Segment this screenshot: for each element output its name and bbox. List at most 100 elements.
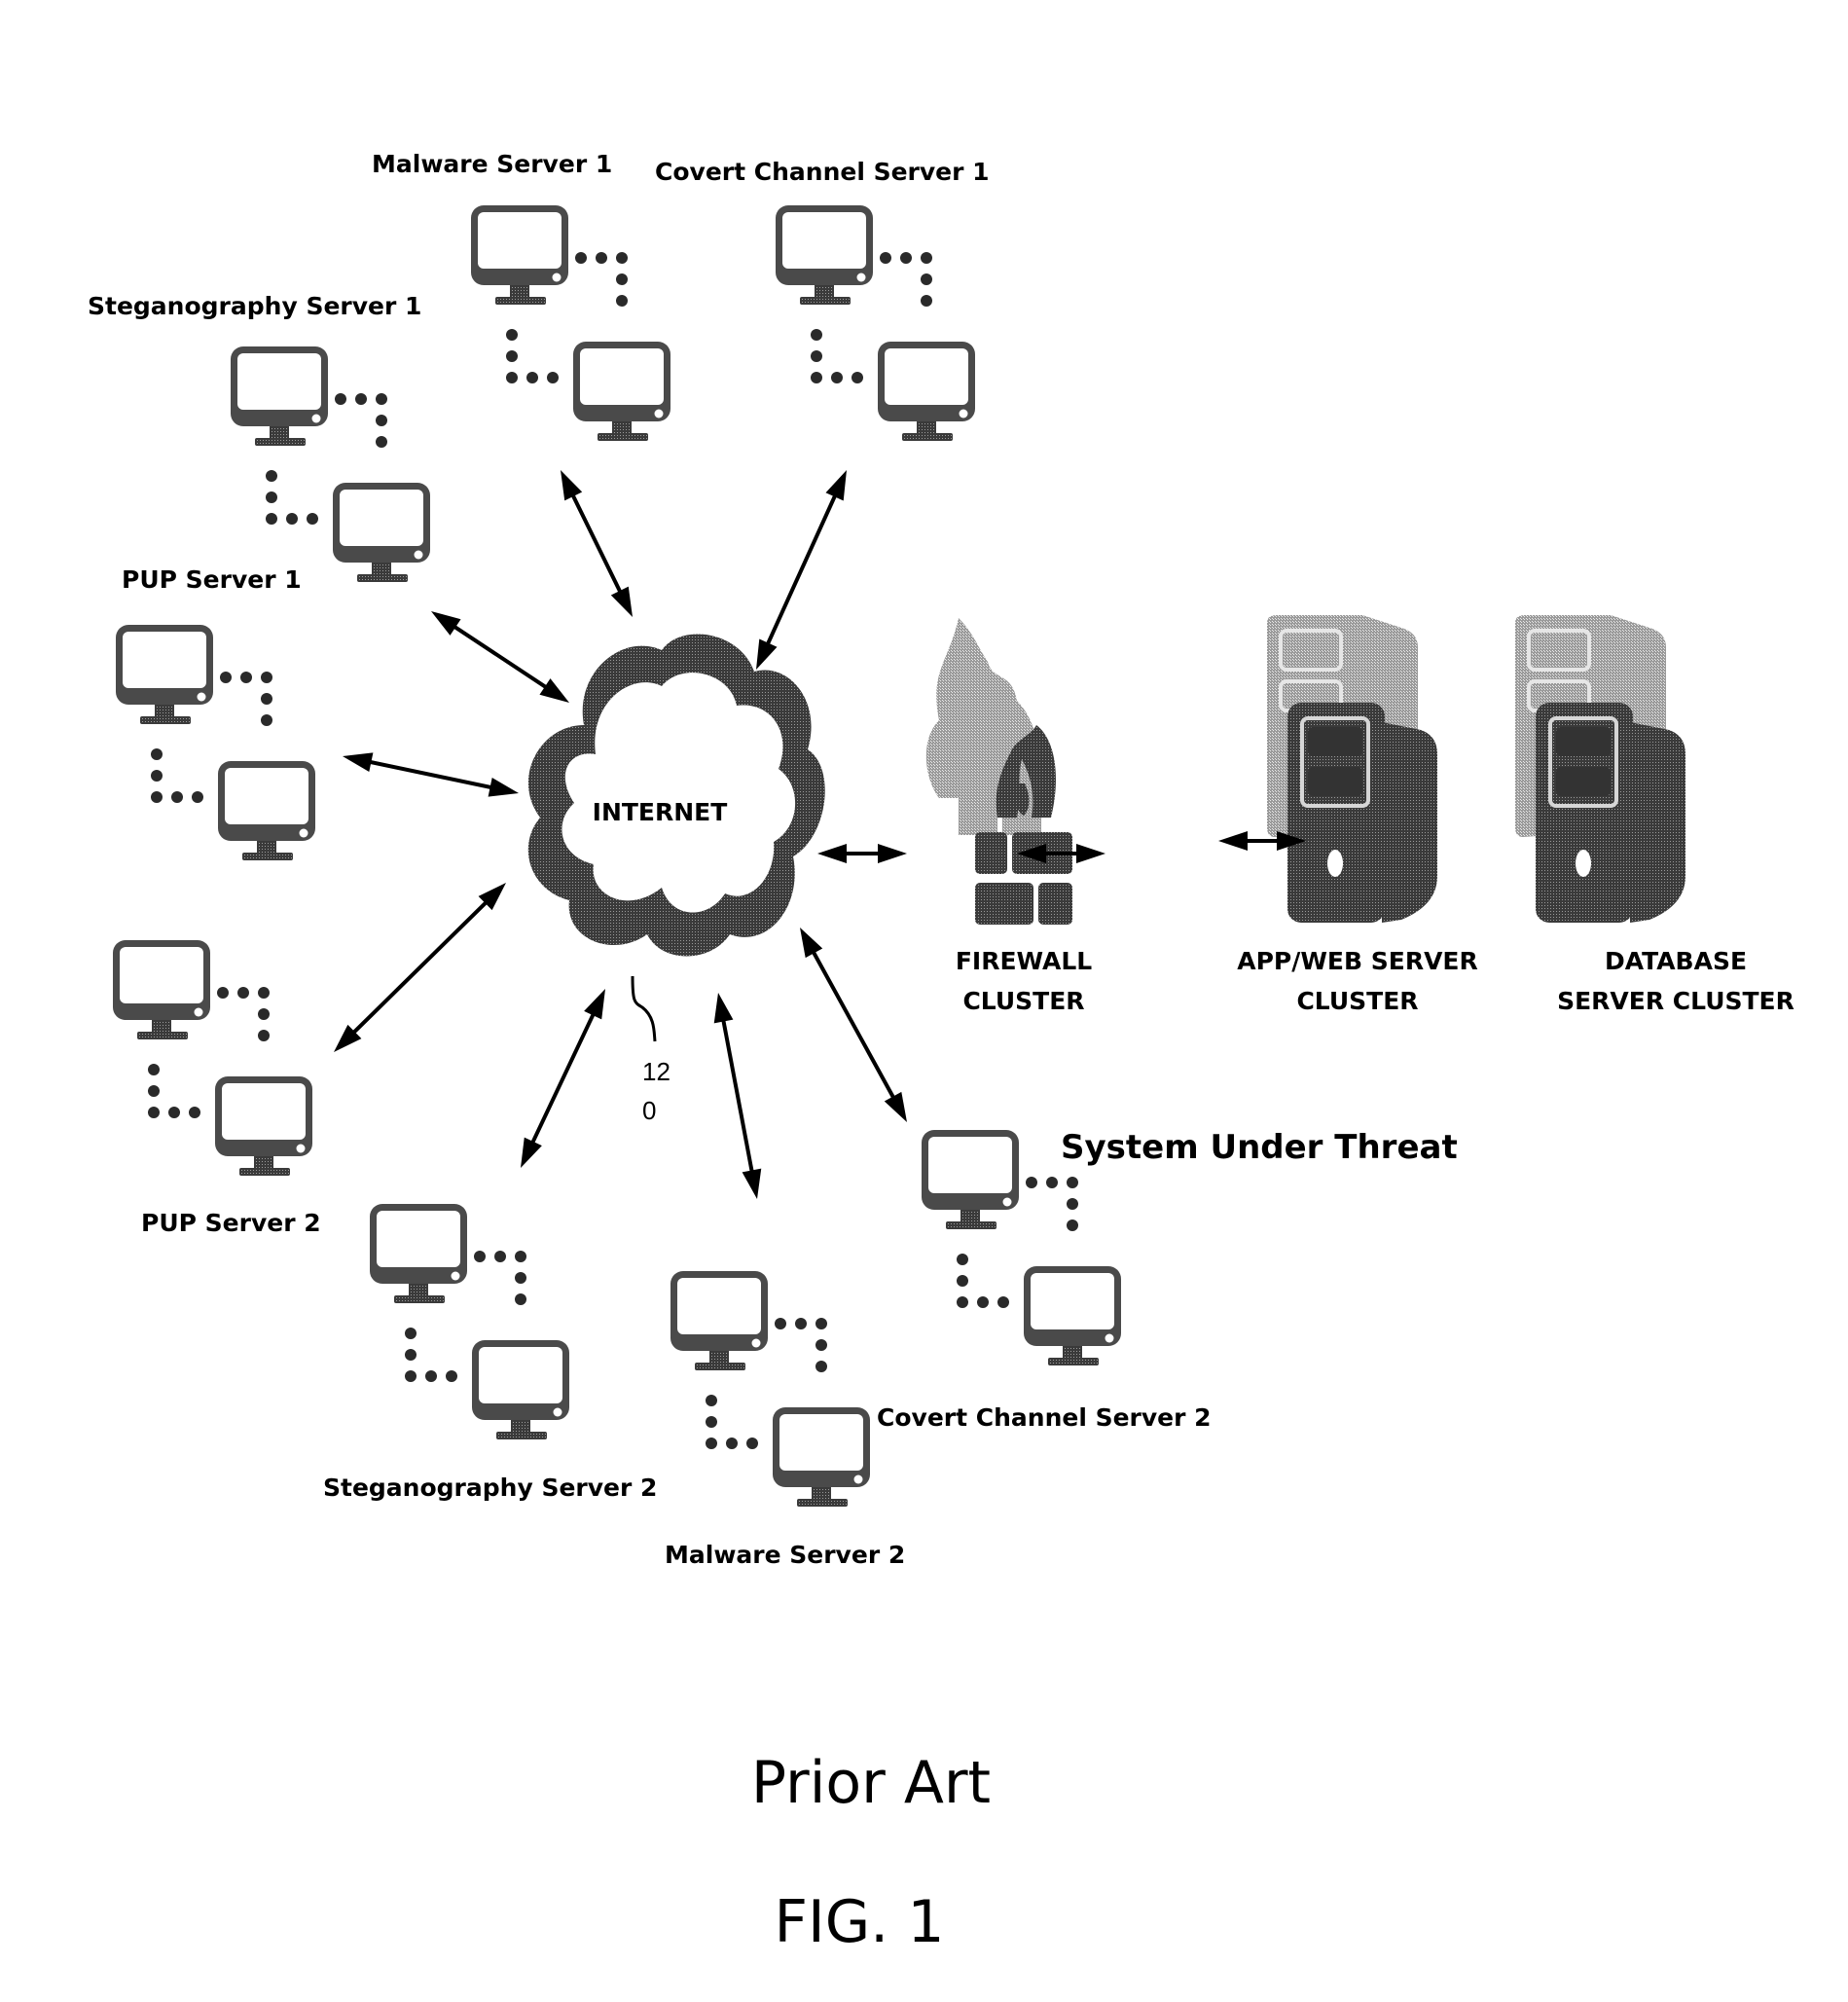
arrowhead [800, 928, 823, 959]
arrowhead [1218, 831, 1248, 851]
label-malware-server-2: Malware Server 2 [665, 1541, 905, 1569]
connector-dot [474, 1251, 486, 1262]
connector-dot [811, 350, 822, 362]
arrowhead [817, 844, 847, 863]
firewall-label-line1: FIREWALL [956, 947, 1092, 975]
computer-monitor-icon [333, 483, 430, 582]
label-malware-server-1: Malware Server 1 [372, 150, 612, 178]
computer-monitor-icon [776, 205, 873, 305]
label-steganography-server-1: Steganography Server 1 [88, 292, 421, 320]
arrowhead [561, 470, 583, 501]
label-system-under-threat: System Under Threat [1061, 1128, 1458, 1167]
connector-dot [266, 491, 277, 503]
connector-dot [376, 436, 387, 448]
connector-dot [506, 372, 518, 383]
connector-dot [900, 252, 912, 264]
arrow-internet-firewall [817, 844, 907, 863]
connector-dot [258, 987, 270, 999]
firewall-icon [925, 618, 1072, 925]
arrowhead [521, 1137, 542, 1168]
label-steganography-server-2: Steganography Server 2 [323, 1474, 657, 1502]
app-web-server-cluster: APP/WEB SERVER CLUSTER [1237, 615, 1478, 1015]
connector-dot [151, 791, 163, 803]
connector-dot [921, 252, 932, 264]
connector-dot [148, 1107, 160, 1118]
firewall-cluster: FIREWALL CLUSTER [925, 618, 1092, 1015]
cluster-pup-server-1 [116, 625, 315, 860]
computer-monitor-icon [1024, 1266, 1121, 1365]
arrow-shaft [526, 1005, 599, 1151]
connector-dot [811, 372, 822, 383]
connector-dot [376, 393, 387, 405]
cluster-pup-server-2 [113, 940, 312, 1176]
firewall-label-line2: CLUSTER [962, 987, 1084, 1015]
connector-dot [547, 372, 559, 383]
connector-dot [831, 372, 843, 383]
connector-dot [880, 252, 891, 264]
connector-dot [240, 672, 252, 683]
connector-dot [506, 329, 518, 341]
connector-dot [286, 513, 298, 525]
connector-dot [258, 1030, 270, 1041]
connector-dot [957, 1254, 968, 1265]
connector-dot [494, 1251, 506, 1262]
arrow-pup-server-2-internet [334, 883, 506, 1052]
arrow-shaft [567, 487, 626, 601]
connector-dot [616, 295, 628, 307]
connector-dot [596, 252, 607, 264]
arrowhead [756, 638, 778, 670]
connector-dot [706, 1416, 717, 1428]
connector-dot [189, 1107, 200, 1118]
connector-dot [506, 350, 518, 362]
computer-monitor-icon [231, 346, 328, 446]
cluster-malware-server-1 [471, 205, 670, 441]
internet-cloud: INTERNET 12 0 [527, 634, 825, 1125]
arrowhead [825, 470, 847, 501]
connector-dot [405, 1370, 417, 1382]
connector-dot [307, 513, 318, 525]
arrowhead [884, 1091, 907, 1122]
caption-figure-number: FIG. 1 [774, 1888, 944, 1956]
caption-prior-art: Prior Art [751, 1749, 991, 1817]
arrow-shaft [807, 943, 900, 1107]
connector-dot [151, 748, 163, 760]
label-pup-server-1: PUP Server 1 [122, 565, 302, 594]
connector-dot [957, 1296, 968, 1308]
cluster-malware-server-2 [670, 1271, 870, 1507]
app-server-label-line1: APP/WEB SERVER [1237, 947, 1478, 975]
connector-dot [997, 1296, 1009, 1308]
arrowhead [343, 752, 374, 772]
computer-monitor-icon [113, 940, 210, 1039]
connector-dot [217, 987, 229, 999]
computer-monitor-icon [471, 205, 568, 305]
connector-dot [261, 672, 272, 683]
connector-dot [706, 1395, 717, 1406]
computer-monitor-icon [472, 1340, 569, 1439]
connector-dot [815, 1361, 827, 1372]
computer-monitor-icon [922, 1130, 1019, 1229]
database-server-cluster: DATABASE SERVER CLUSTER [1515, 615, 1794, 1015]
cluster-covert-channel-server-1 [776, 205, 975, 441]
connector-dot [575, 252, 587, 264]
arrow-steganography-server-1-internet [431, 611, 569, 703]
connector-dot [335, 393, 346, 405]
label-covert-channel-server-2: Covert Channel Server 2 [877, 1403, 1212, 1432]
connector-dot [168, 1107, 180, 1118]
connector-dot [237, 987, 249, 999]
connector-dot [151, 770, 163, 782]
connector-dot [515, 1293, 526, 1305]
arrow-malware-server-2-internet [713, 993, 762, 1199]
computer-monitor-icon [218, 761, 315, 860]
arrowhead [878, 844, 907, 863]
connector-dot [261, 693, 272, 705]
computer-monitor-icon [116, 625, 213, 724]
connector-dot [746, 1438, 758, 1449]
computer-monitor-icon [370, 1204, 467, 1303]
connector-dot [192, 791, 203, 803]
connector-dot [811, 329, 822, 341]
arrowhead [584, 989, 605, 1020]
arrow-shaft [762, 487, 841, 653]
computer-monitor-icon [878, 342, 975, 441]
cluster-steganography-server-1 [231, 346, 430, 582]
connector-dot [1046, 1177, 1058, 1188]
